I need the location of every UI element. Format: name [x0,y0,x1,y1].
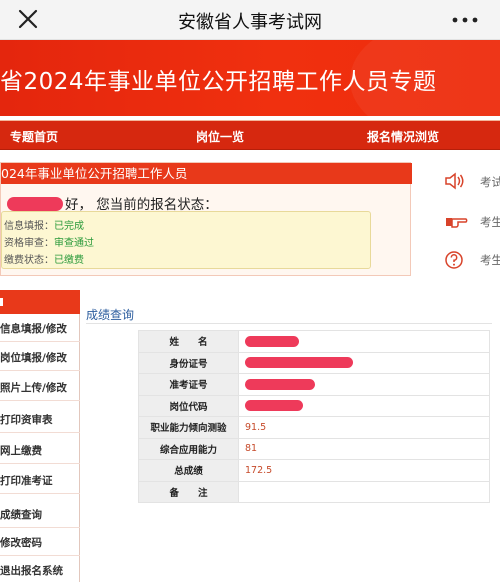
table-row: 总成绩 172.5 [138,459,490,482]
redacted-value [245,378,315,390]
row-label: 综合应用能力 [138,437,239,460]
section-divider [86,323,492,324]
row-label: 岗位代码 [138,394,239,417]
registration-status-panel: 024年事业单位公开招聘工作人员 好， 您当前的报名状态： 信息填报：已完成 资… [0,162,412,276]
row-value [238,480,490,503]
nav-item-home[interactable]: 专题首页 [10,128,58,145]
nav-item-registration-stats[interactable]: 报名情况浏览 [367,128,439,145]
question-icon [445,251,463,269]
browser-title: 安徽省人事考试网 [178,12,322,33]
row-label: 准考证号 [138,373,239,396]
side-link-candidate[interactable]: 考生 [444,208,500,234]
table-row: 职业能力倾向测验 91.5 [138,416,490,439]
header-marker [0,298,3,306]
side-link-help[interactable]: 考生 [444,246,500,272]
status-value: 审查通过 [54,238,94,249]
status-row-info: 信息填报：已完成 [4,217,84,232]
row-value [238,394,490,417]
row-value [238,351,490,374]
row-value [238,330,490,353]
side-links: 考试 考生 考生 [414,162,500,280]
row-value: 172.5 [238,459,490,482]
status-panel-header: 024年事业单位公开招聘工作人员 [1,163,412,184]
menu-item-print-review-form[interactable]: 打印资审表 [0,407,80,433]
redacted-value [245,400,303,412]
row-label: 姓 名 [138,330,239,353]
row-label: 备 注 [138,480,239,503]
menu-item-print-admission-ticket[interactable]: 打印准考证 [0,468,80,494]
row-value [238,373,490,396]
row-value: 81 [238,437,490,460]
table-row: 准考证号 [138,373,490,396]
status-value: 已缴费 [54,255,84,266]
greeting: 好， 您当前的报名状态： [7,193,218,213]
left-menu-header [0,290,80,314]
table-row: 备 注 [138,480,490,503]
menu-item-score-query[interactable]: 成绩查询 [0,502,80,528]
menu-item-position-edit[interactable]: 岗位填报/修改 [0,345,80,371]
table-row: 身份证号 [138,351,490,374]
row-label: 身份证号 [138,351,239,374]
side-link-label: 考生 [480,215,500,229]
menu-item-online-payment[interactable]: 网上缴费 [0,438,80,464]
menu-item-change-password[interactable]: 修改密码 [0,530,80,556]
table-row: 岗位代码 [138,394,490,417]
speaker-icon [445,172,464,190]
pointing-hand-icon [446,218,468,228]
left-menu: 信息填报/修改 岗位填报/修改 照片上传/修改 打印资审表 网上缴费 打印准考证… [0,290,80,582]
nav-item-positions[interactable]: 岗位一览 [196,128,244,145]
redacted-value [245,335,299,347]
status-value: 已完成 [54,221,84,232]
browser-top-bar: 安徽省人事考试网 [0,0,500,40]
main-content: 成绩查询 姓 名 身份证号 准考证号 岗位代码 职业能力倾向测验 91.5 综合… [80,290,500,582]
row-value: 91.5 [238,416,490,439]
menu-item-info-edit[interactable]: 信息填报/修改 [0,316,80,342]
status-label: 缴费状态： [4,255,54,266]
redacted-value [245,357,353,369]
status-label: 信息填报： [4,221,54,232]
status-row-payment: 缴费状态：已缴费 [4,251,84,266]
table-row: 综合应用能力 81 [138,437,490,460]
side-link-label: 考生 [480,253,500,267]
status-box: 信息填报：已完成 资格审查：审查通过 缴费状态：已缴费 [1,211,371,269]
redacted-name [7,197,63,211]
more-icon[interactable] [452,16,478,24]
section-title: 成绩查询 [86,308,135,322]
status-row-review: 资格审查：审查通过 [4,234,94,249]
menu-item-photo-upload[interactable]: 照片上传/修改 [0,375,80,401]
side-link-label: 考试 [480,175,500,189]
page-banner: 省2024年事业单位公开招聘工作人员专题 [0,40,500,116]
menu-item-logout[interactable]: 退出报名系统 [0,558,80,582]
main-nav: 专题首页 岗位一览 报名情况浏览 [0,120,500,150]
row-label: 总成绩 [138,459,239,482]
banner-title: 省2024年事业单位公开招聘工作人员专题 [0,69,437,95]
table-row: 姓 名 [138,330,490,353]
score-table: 姓 名 身份证号 准考证号 岗位代码 职业能力倾向测验 91.5 综合应用能力 … [138,330,490,503]
status-label: 资格审查： [4,238,54,249]
side-link-exam[interactable]: 考试 [444,168,500,194]
row-label: 职业能力倾向测验 [138,416,239,439]
